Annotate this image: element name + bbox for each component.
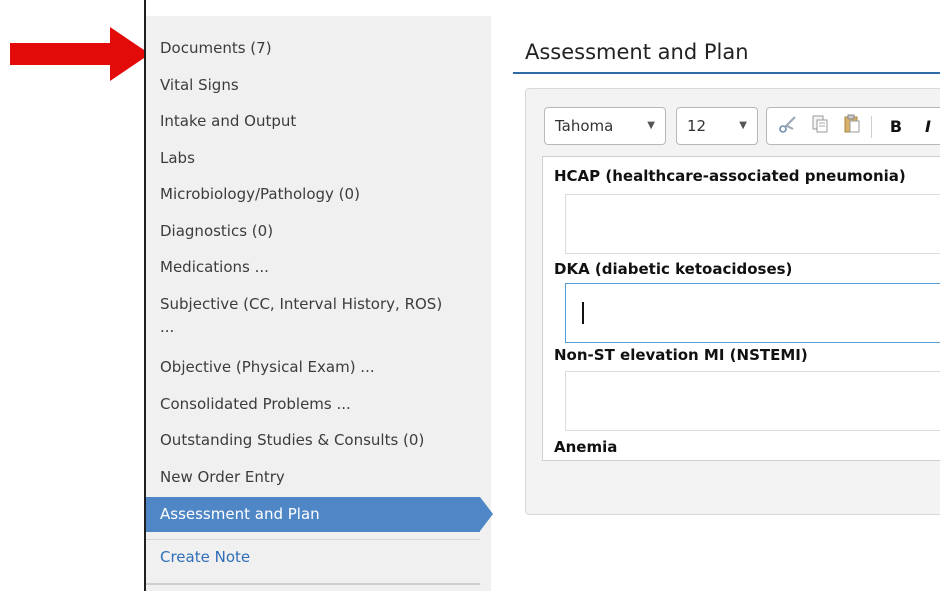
sidebar-nav: Documents (7) Vital Signs Intake and Out…: [146, 16, 493, 591]
sidebar-divider: [146, 539, 480, 540]
paste-icon[interactable]: [839, 114, 865, 140]
section-label-hcap: HCAP (healthcare-associated pneumonia): [554, 167, 906, 185]
font-size-select[interactable]: 12 ▼: [676, 107, 758, 145]
nstemi-text-field[interactable]: [565, 371, 940, 431]
text-cursor: [582, 302, 584, 324]
font-family-select[interactable]: Tahoma ▼: [544, 107, 666, 145]
sidebar-item-documents[interactable]: Documents (7): [146, 37, 480, 60]
red-arrow-annotation: [10, 27, 150, 81]
sidebar-bottom-rule: [146, 583, 480, 585]
hcap-text-field[interactable]: [565, 194, 940, 254]
bold-icon[interactable]: B: [883, 114, 909, 140]
font-size-value: 12: [687, 117, 707, 135]
sidebar-item-labs[interactable]: Labs: [146, 147, 480, 170]
sidebar-item-new-order-entry[interactable]: New Order Entry: [146, 466, 480, 489]
sidebar-item-subjective[interactable]: Subjective (CC, Interval History, ROS) .…: [146, 293, 446, 339]
sidebar-item-medications[interactable]: Medications ...: [146, 256, 480, 279]
copy-icon[interactable]: [807, 114, 833, 140]
sidebar-item-assessment-plan[interactable]: Assessment and Plan: [146, 497, 480, 532]
section-label-dka: DKA (diabetic ketoacidoses): [554, 260, 793, 278]
toolbar-divider: [871, 116, 872, 138]
sidebar-item-microbiology[interactable]: Microbiology/Pathology (0): [146, 183, 480, 206]
font-family-value: Tahoma: [555, 117, 614, 135]
sidebar-item-diagnostics[interactable]: Diagnostics (0): [146, 220, 480, 243]
page-title: Assessment and Plan: [525, 40, 749, 64]
title-underline: [513, 72, 940, 74]
sidebar-item-objective[interactable]: Objective (Physical Exam) ...: [146, 356, 480, 379]
italic-icon[interactable]: I: [915, 114, 940, 140]
scissors-icon[interactable]: [775, 114, 801, 140]
section-label-anemia: Anemia: [554, 438, 618, 456]
create-note-link[interactable]: Create Note: [160, 548, 250, 566]
sidebar-item-vital-signs[interactable]: Vital Signs: [146, 74, 480, 97]
sidebar-item-consolidated-problems[interactable]: Consolidated Problems ...: [146, 393, 480, 416]
section-label-nstemi: Non-ST elevation MI (NSTEMI): [554, 346, 808, 364]
active-item-notch: [480, 497, 493, 531]
chevron-down-icon: ▼: [647, 120, 655, 131]
note-editor: HCAP (healthcare-associated pneumonia) D…: [542, 156, 940, 461]
dka-text-field[interactable]: [565, 283, 940, 343]
format-button-group: B I: [766, 107, 940, 145]
sidebar-item-intake-output[interactable]: Intake and Output: [146, 110, 480, 133]
sidebar-item-outstanding-studies[interactable]: Outstanding Studies & Consults (0): [146, 429, 480, 452]
chevron-down-icon: ▼: [739, 120, 747, 131]
